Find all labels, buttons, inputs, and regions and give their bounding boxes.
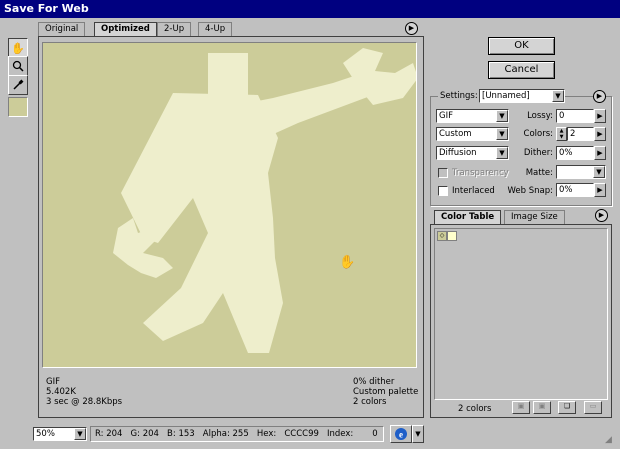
play-arrow-icon: ▶ bbox=[597, 149, 603, 157]
preview-dither: 0% dither bbox=[353, 377, 395, 387]
preview-menu-button[interactable]: ▶ bbox=[405, 22, 418, 35]
chevron-down-icon: ▼ bbox=[496, 128, 508, 140]
palette-dropdown[interactable]: Custom ▼ bbox=[436, 127, 509, 141]
preview-colors: 2 colors bbox=[353, 397, 387, 407]
play-arrow-icon: ▶ bbox=[596, 92, 603, 100]
lossy-label: Lossy: bbox=[527, 111, 553, 121]
colors-menu-button[interactable]: ▶ bbox=[594, 127, 606, 141]
colors-stepper[interactable]: ▲ ▼ bbox=[556, 127, 567, 141]
preview-download-time: 3 sec @ 28.8Kbps bbox=[46, 397, 123, 407]
lock-color-button[interactable]: ▣ bbox=[533, 401, 551, 414]
preview-info-left: GIF 5.402K 3 sec @ 28.8Kbps bbox=[46, 377, 122, 407]
eyedropper-color-swatch[interactable] bbox=[8, 97, 28, 117]
cube-icon: ▣ bbox=[517, 402, 525, 410]
trash-icon: ▭ bbox=[589, 402, 597, 410]
preview-info-right: 0% dither Custom palette 2 colors bbox=[353, 377, 418, 407]
web-shift-button[interactable]: ▣ bbox=[512, 401, 530, 414]
lossy-slider-button[interactable]: ▶ bbox=[594, 109, 606, 123]
alpha-value: Alpha: 255 bbox=[202, 429, 249, 439]
eyedropper-icon bbox=[13, 79, 24, 90]
tab-2-up[interactable]: 2-Up bbox=[157, 22, 192, 36]
browser-preview-button[interactable]: e bbox=[390, 425, 412, 443]
play-arrow-icon: ▶ bbox=[597, 130, 603, 138]
hand-cursor-icon: ✋ bbox=[339, 255, 356, 270]
dither-method-dropdown[interactable]: Diffusion ▼ bbox=[436, 146, 509, 160]
index-value: 0 bbox=[372, 429, 378, 439]
play-arrow-icon: ▶ bbox=[597, 112, 603, 120]
settings-label: Settings: bbox=[438, 91, 480, 101]
tab-4-up[interactable]: 4-Up bbox=[198, 22, 233, 36]
chevron-down-icon: ▼ bbox=[415, 430, 421, 438]
matte-dropdown[interactable]: ▼ bbox=[556, 165, 606, 179]
chevron-down-icon: ▼ bbox=[496, 110, 508, 122]
settings-preset-dropdown[interactable]: [Unnamed] ▼ bbox=[479, 89, 565, 103]
svg-text:e: e bbox=[399, 430, 403, 440]
chevron-down-icon: ▼ bbox=[496, 147, 508, 159]
dither-label: Dither: bbox=[523, 148, 553, 158]
blue-value: B: 153 bbox=[167, 429, 195, 439]
window-title-bar: Save For Web bbox=[0, 0, 620, 18]
internet-explorer-icon: e bbox=[395, 428, 407, 440]
ok-button[interactable]: OK bbox=[488, 37, 555, 55]
tab-color-table[interactable]: Color Table bbox=[434, 210, 502, 224]
robot-wrench-illustration bbox=[113, 48, 416, 353]
color-table-menu-button[interactable]: ▶ bbox=[595, 209, 608, 222]
color-count-label: 2 colors bbox=[458, 404, 492, 414]
eyedropper-tool-button[interactable] bbox=[8, 75, 28, 95]
settings-menu-button[interactable]: ▶ bbox=[593, 90, 606, 103]
dither-slider-button[interactable]: ▶ bbox=[594, 146, 606, 160]
transparency-checkbox[interactable] bbox=[438, 168, 448, 178]
hex-value: CCCC99 bbox=[284, 429, 319, 439]
green-value: G: 204 bbox=[130, 429, 159, 439]
chevron-down-icon: ▼ bbox=[74, 428, 86, 440]
color-table-grid: ◇ bbox=[434, 228, 608, 400]
websnap-label: Web Snap: bbox=[507, 186, 553, 196]
format-dropdown[interactable]: GIF ▼ bbox=[436, 109, 509, 123]
lossy-field[interactable]: 0 bbox=[556, 109, 594, 123]
color-info-bar: R: 204 G: 204 B: 153 Alpha: 255 Hex: CCC… bbox=[90, 426, 384, 442]
preview-file-size: 5.402K bbox=[46, 387, 76, 397]
transparency-label: Transparency bbox=[452, 168, 509, 178]
chevron-down-icon: ▼ bbox=[552, 90, 564, 102]
websnap-slider-button[interactable]: ▶ bbox=[594, 183, 606, 197]
preview-palette: Custom palette bbox=[353, 387, 419, 397]
tab-optimized[interactable]: Optimized bbox=[94, 22, 157, 36]
play-arrow-icon: ▶ bbox=[408, 24, 415, 32]
interlaced-label: Interlaced bbox=[452, 186, 495, 196]
tab-image-size[interactable]: Image Size bbox=[504, 210, 565, 224]
optimized-image-canvas[interactable]: ✋ bbox=[42, 42, 417, 368]
matte-label: Matte: bbox=[525, 168, 553, 178]
red-value: R: 204 bbox=[95, 429, 123, 439]
new-page-icon: ❏ bbox=[563, 402, 571, 410]
color-swatch-0[interactable]: ◇ bbox=[437, 231, 447, 241]
colors-label: Colors: bbox=[523, 129, 553, 139]
colors-field[interactable]: 2 bbox=[567, 127, 594, 141]
tab-original[interactable]: Original bbox=[38, 22, 86, 36]
dither-field[interactable]: 0% bbox=[556, 146, 594, 160]
zoom-tool-button[interactable] bbox=[8, 56, 28, 76]
chevron-down-icon: ▼ bbox=[593, 166, 605, 178]
magnifier-icon bbox=[12, 60, 24, 72]
preview-format: GIF bbox=[46, 377, 60, 387]
hex-label: Hex: bbox=[256, 429, 277, 439]
resize-grip-icon[interactable]: ◢ bbox=[605, 435, 612, 445]
color-swatch-1[interactable] bbox=[447, 231, 457, 241]
interlaced-checkbox[interactable] bbox=[438, 186, 448, 196]
play-arrow-icon: ▶ bbox=[597, 186, 603, 194]
window-title: Save For Web bbox=[4, 2, 89, 15]
websnap-field[interactable]: 0% bbox=[556, 183, 594, 197]
play-arrow-icon: ▶ bbox=[598, 211, 605, 219]
new-color-button[interactable]: ❏ bbox=[558, 401, 576, 414]
hand-icon: ✋ bbox=[11, 41, 25, 55]
hand-tool-button[interactable]: ✋ bbox=[8, 38, 28, 58]
cancel-button[interactable]: Cancel bbox=[488, 61, 555, 79]
lock-icon: ▣ bbox=[538, 402, 546, 410]
browser-menu-button[interactable]: ▼ bbox=[412, 425, 424, 443]
up-down-arrows-icon: ▲ ▼ bbox=[559, 128, 564, 140]
index-label: Index: bbox=[327, 429, 354, 439]
zoom-dropdown[interactable]: 50% ▼ bbox=[33, 427, 87, 441]
delete-color-button[interactable]: ▭ bbox=[584, 401, 602, 414]
